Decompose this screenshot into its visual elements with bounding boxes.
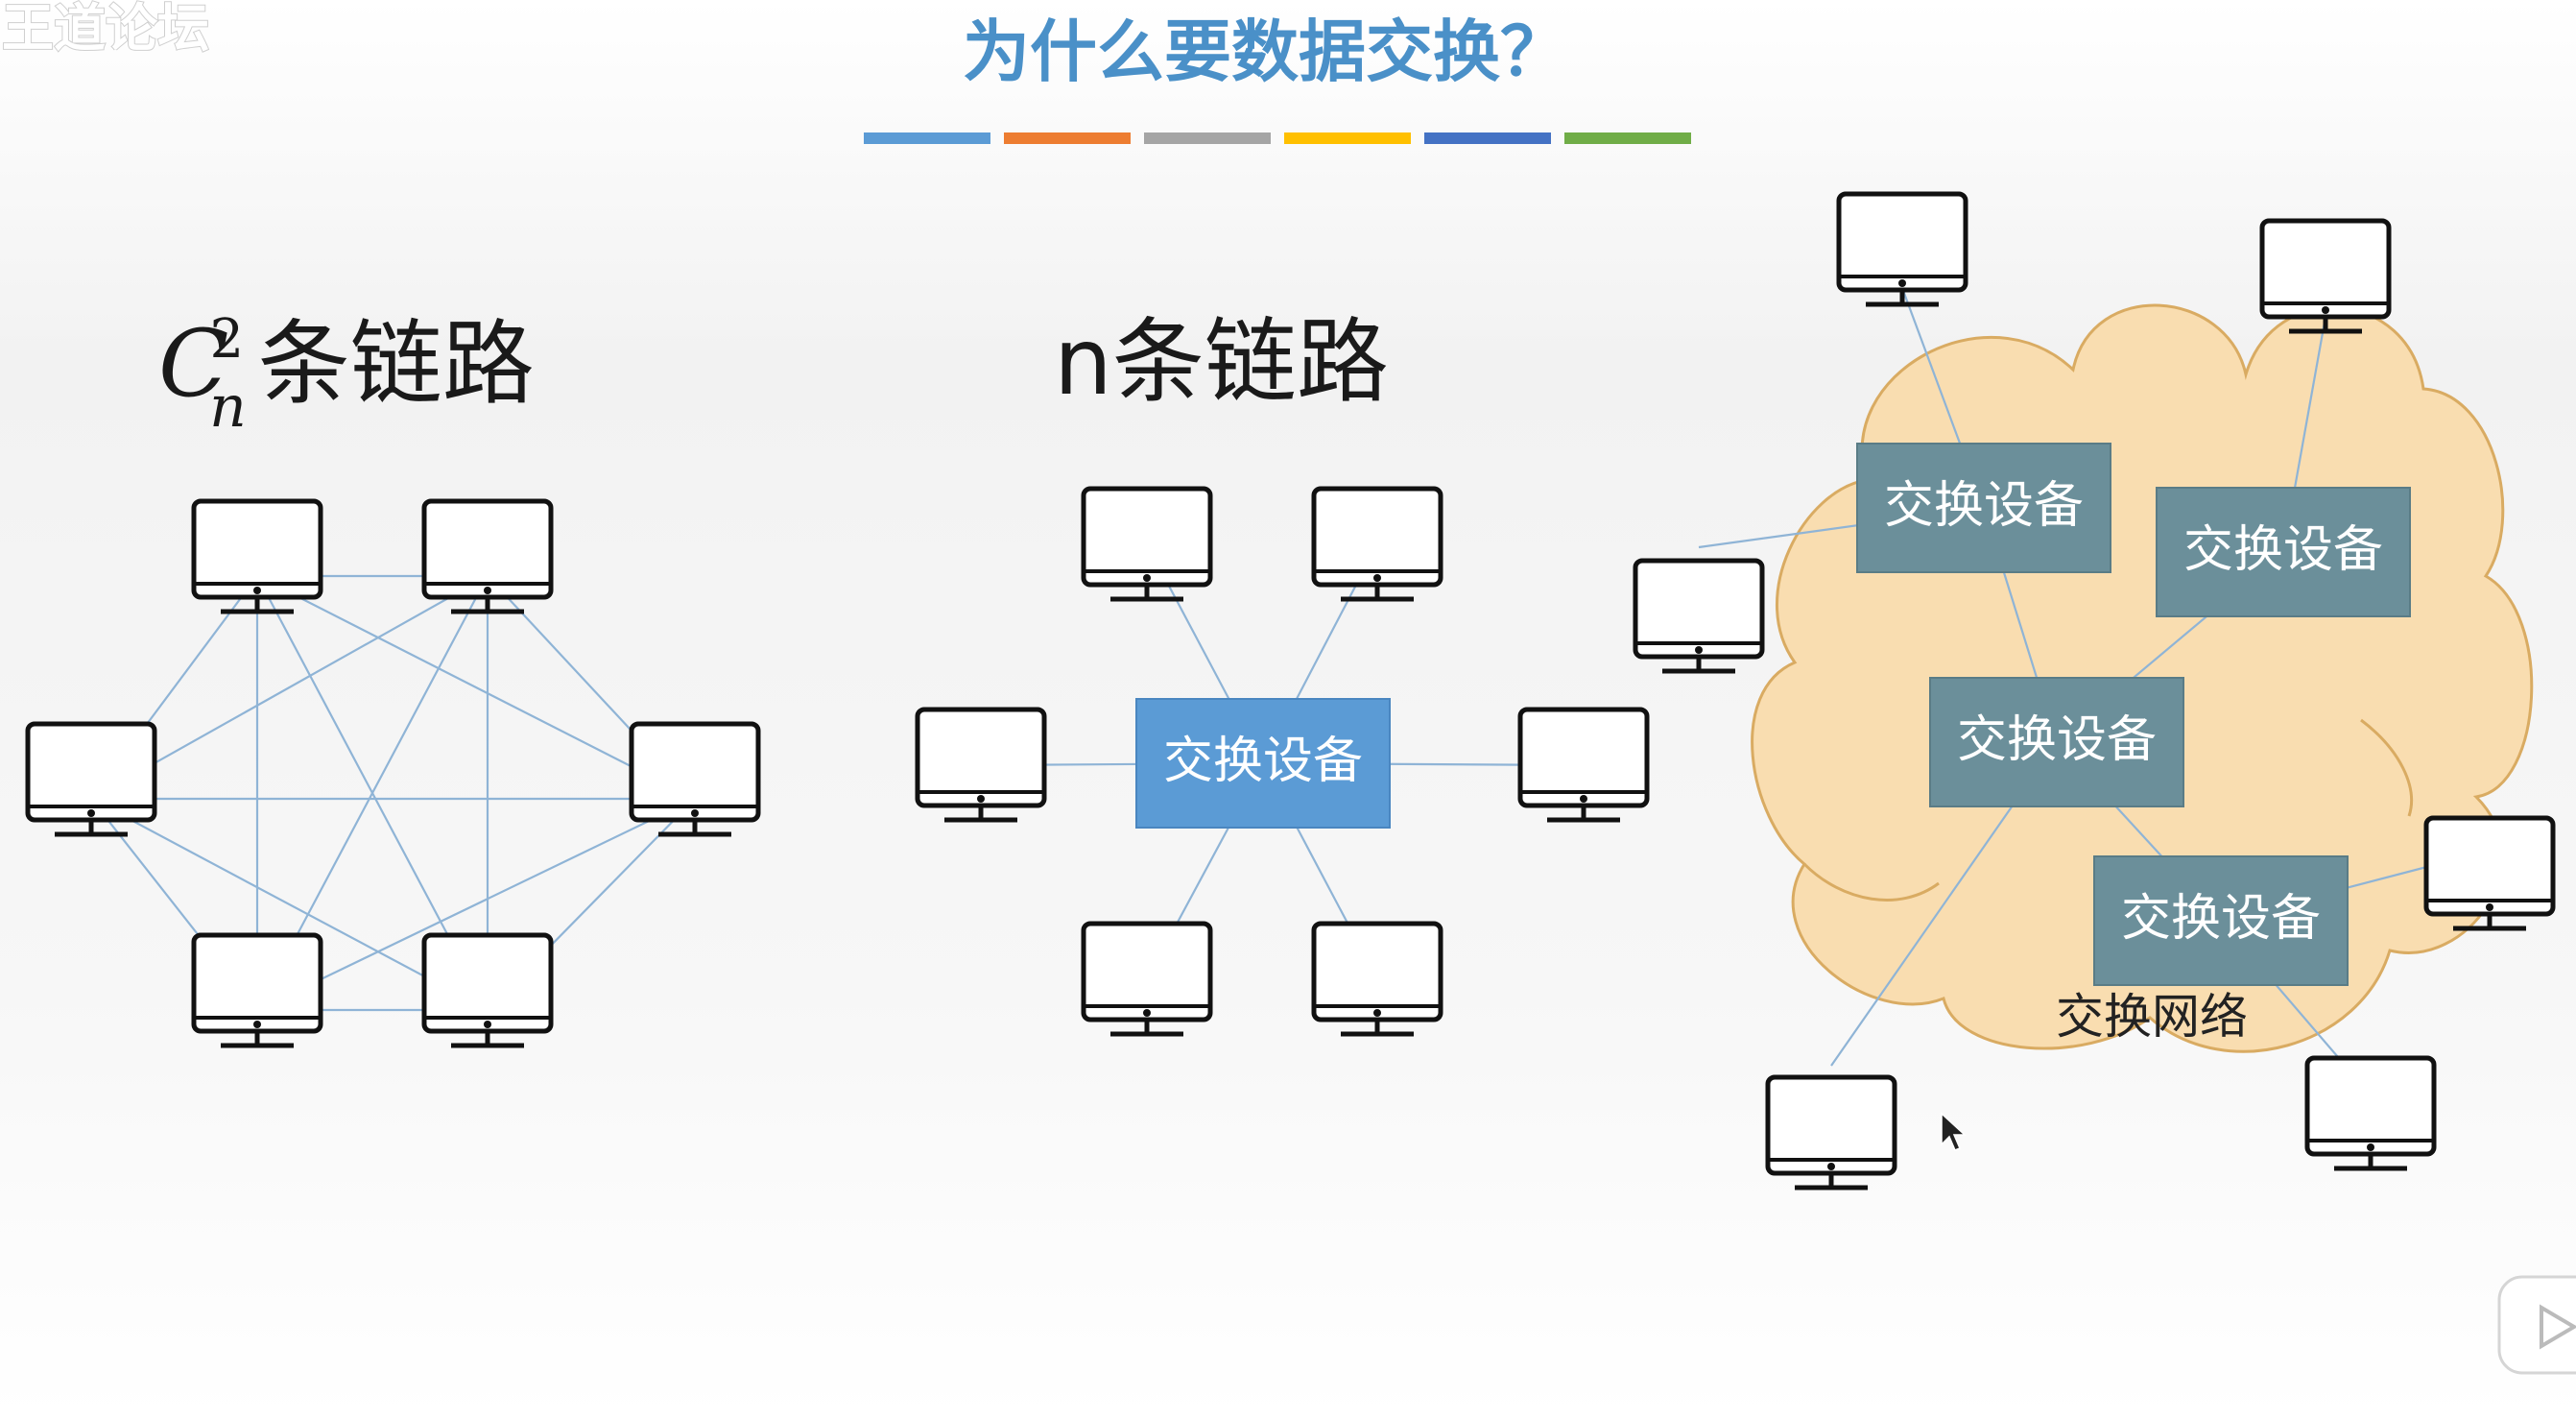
mesh-links bbox=[90, 574, 696, 1012]
diagram-canvas: 王道论坛 为什么要数据交换？ C2 n 条链路 n条链路 交换设备 交换设备交换设备… bbox=[1, 0, 2576, 1375]
title-color-bar bbox=[1004, 132, 1131, 144]
mesh-heading-text: 条链路 bbox=[258, 310, 535, 418]
computer-monitor-icon bbox=[194, 501, 321, 612]
computer-monitor-icon bbox=[424, 501, 551, 612]
mesh-heading-sup: 2 bbox=[209, 308, 244, 371]
play-button-icon[interactable] bbox=[2497, 1275, 2576, 1375]
computer-monitor-icon bbox=[2307, 1058, 2434, 1168]
title-color-bar bbox=[1564, 132, 1691, 144]
watermark-text: 王道论坛 bbox=[2, 0, 209, 59]
title-color-bar bbox=[1144, 132, 1271, 144]
network-switch-label: 交换设备 bbox=[2183, 521, 2383, 579]
mesh-heading-sub: n bbox=[209, 373, 247, 441]
mesh-panel: C2 n 条链路 bbox=[28, 308, 758, 1046]
star-heading: n条链路 bbox=[1054, 308, 1389, 416]
computer-monitor-icon bbox=[1314, 489, 1441, 599]
mesh-heading: C2 n 条链路 bbox=[158, 308, 535, 441]
computer-monitor-icon bbox=[194, 935, 321, 1046]
play-button[interactable] bbox=[2497, 1275, 2576, 1375]
network-switch-label: 交换设备 bbox=[2121, 890, 2321, 948]
network-switch-label: 交换设备 bbox=[1957, 711, 2157, 769]
computer-monitor-icon bbox=[2426, 818, 2553, 928]
page-title: 为什么要数据交换？ bbox=[963, 12, 1567, 91]
computer-monitor-icon bbox=[1635, 561, 1762, 671]
computer-monitor-icon bbox=[1084, 489, 1210, 599]
computer-monitor-icon bbox=[1839, 194, 1966, 304]
star-switch-label: 交换设备 bbox=[1163, 733, 1363, 790]
computer-monitor-icon bbox=[28, 724, 155, 834]
switching-network-label: 交换网络 bbox=[2056, 989, 2248, 1045]
mouse-pointer-icon bbox=[1941, 1112, 1967, 1151]
computer-monitor-icon bbox=[918, 710, 1044, 820]
computer-monitor-icon bbox=[632, 724, 758, 834]
star-panel: n条链路 交换设备 bbox=[918, 308, 1647, 1034]
title-color-bar bbox=[1424, 132, 1551, 144]
computer-monitor-icon bbox=[1084, 924, 1210, 1034]
computer-monitor-icon bbox=[1768, 1077, 1895, 1188]
network-switch-label: 交换设备 bbox=[1884, 477, 2084, 535]
mesh-computers bbox=[28, 501, 758, 1046]
computer-monitor-icon bbox=[1314, 924, 1441, 1034]
computer-monitor-icon bbox=[2262, 221, 2389, 331]
title-color-bar bbox=[864, 132, 990, 144]
network-panel: 交换设备交换设备交换设备交换设备 交换网络 bbox=[1635, 194, 2553, 1188]
computer-monitor-icon bbox=[424, 935, 551, 1046]
title-color-bars bbox=[864, 132, 1691, 144]
title-color-bar bbox=[1284, 132, 1411, 144]
computer-monitor-icon bbox=[1520, 710, 1647, 820]
